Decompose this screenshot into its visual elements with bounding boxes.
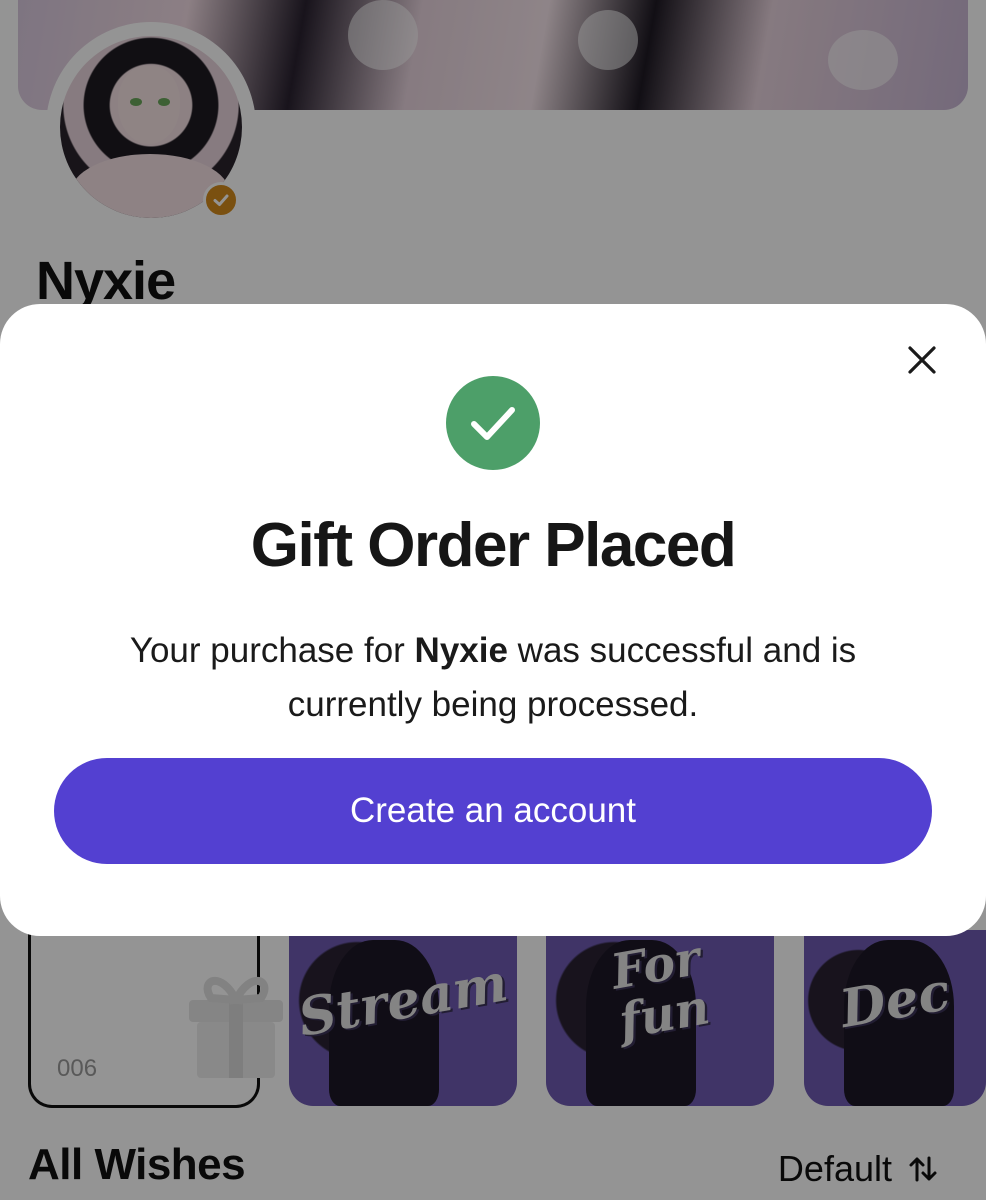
gift-order-modal: Gift Order Placed Your purchase for Nyxi… [0,304,986,936]
message-prefix: Your purchase for [129,631,415,670]
modal-title: Gift Order Placed [250,511,737,580]
modal-message: Your purchase for Nyxie was successful a… [80,624,906,732]
message-recipient-name: Nyxie [414,631,508,670]
close-button[interactable] [902,340,942,380]
check-circle-icon [446,376,540,470]
close-icon [908,346,936,374]
create-account-button[interactable]: Create an account [54,758,932,864]
